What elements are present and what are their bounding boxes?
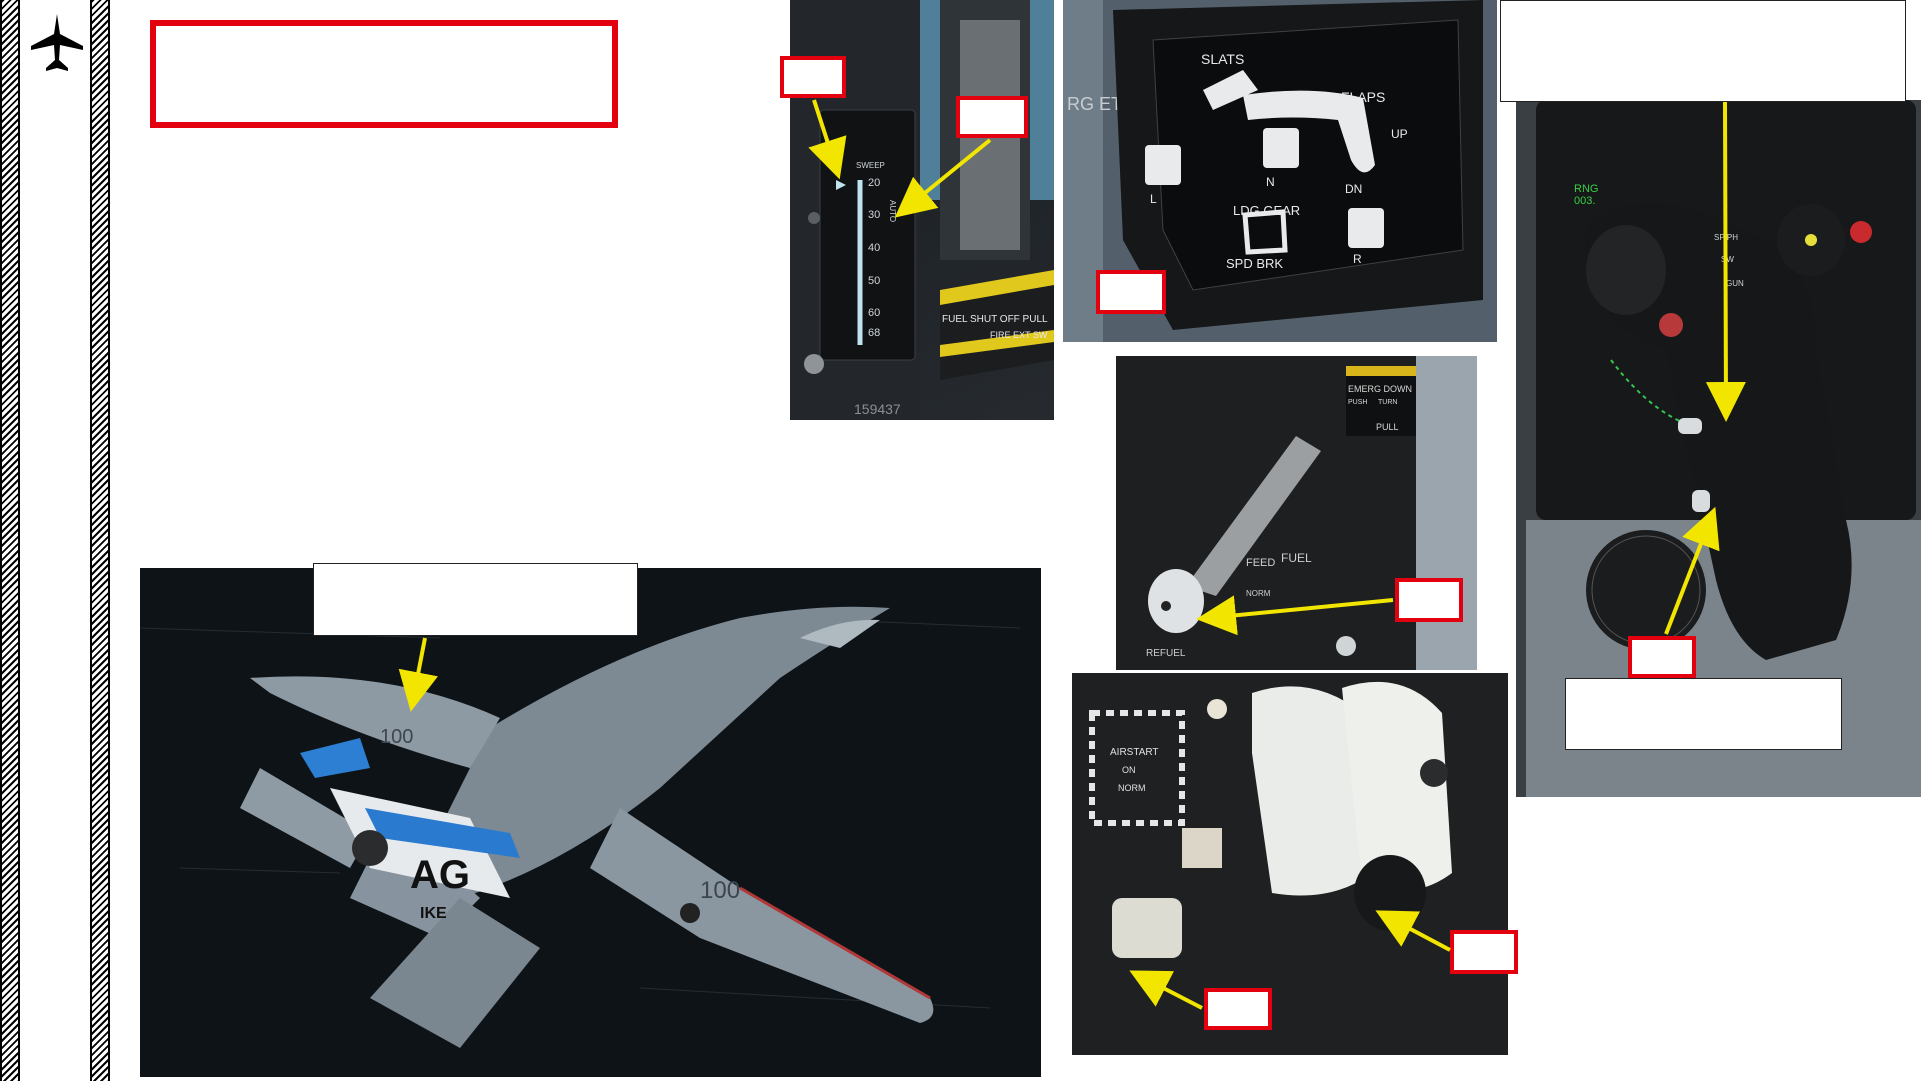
auto-label: AUTO — [888, 200, 897, 222]
sweep-tick-40: 40 — [868, 242, 880, 254]
callout-sweep-pointer — [780, 56, 846, 98]
airstart-label: AIRSTART — [1110, 747, 1159, 758]
l-label: L — [1150, 192, 1157, 206]
mode-gun: GUN — [1726, 279, 1744, 288]
fire-ext-label: FIRE EXT SW — [990, 330, 1048, 340]
norm-label: NORM — [1246, 589, 1271, 598]
refuel-label: REFUEL — [1146, 648, 1186, 659]
push-label: PUSH — [1348, 399, 1367, 406]
throttle-quadrant-art: AIRSTART ON NORM — [1072, 673, 1508, 1055]
inner-border-stripe — [90, 0, 110, 1081]
spd-brk-label: SPD BRK — [1226, 256, 1283, 271]
small-switch-icon[interactable] — [1182, 828, 1222, 868]
slats-label: SLATS — [1201, 51, 1244, 67]
callout-throttle-knob — [1450, 930, 1518, 974]
callout-lever — [1204, 988, 1272, 1030]
fire-ext-handle[interactable]: FUEL SHUT OFF PULL FIRE EXT SW — [940, 270, 1054, 380]
r-label: R — [1353, 252, 1362, 266]
fuel-shutoff-label: FUEL SHUT OFF PULL — [942, 314, 1048, 325]
callout-text-stick-top — [1500, 0, 1906, 102]
lever-handle[interactable] — [1112, 898, 1182, 958]
callout-gear-handle — [1395, 578, 1463, 622]
sweep-tick-60: 60 — [868, 307, 880, 319]
left-border-stripe — [0, 0, 20, 1081]
upper-grip-button[interactable] — [1678, 418, 1702, 434]
pull-label: PULL — [1376, 422, 1399, 432]
throttle-quadrant-photo: AIRSTART ON NORM — [1072, 673, 1508, 1055]
gear-handle-panel-art: EMERG DOWN PUSH TURN PULL FEED FUEL NORM… — [1116, 356, 1477, 670]
tail-text: IKE — [420, 905, 447, 922]
modex-right-wing: 100 — [700, 877, 740, 904]
turn-label: TURN — [1378, 399, 1397, 406]
trigger-red-button-icon[interactable] — [1850, 221, 1872, 243]
fuel-label: FUEL — [1281, 551, 1312, 565]
gauge-icon — [1586, 530, 1706, 650]
up-label: UP — [1391, 127, 1408, 141]
callout-text-aircraft — [313, 563, 638, 636]
nose-gear-indicator-icon — [1263, 128, 1299, 168]
mode-sp-ph: SP/PH — [1714, 233, 1738, 242]
throttle-knob-icon[interactable] — [1354, 855, 1426, 931]
gear-handle-knob[interactable] — [1148, 569, 1204, 633]
airstart-on-label: ON — [1122, 765, 1136, 775]
aircraft-art: AG IKE 100 100 — [140, 568, 1041, 1077]
sweep-label: SWEEP — [856, 161, 885, 170]
serial-number: 159437 — [854, 401, 901, 417]
n-label: N — [1266, 175, 1275, 189]
dn-label: DN — [1345, 182, 1362, 196]
left-gear-indicator-icon — [1145, 145, 1181, 185]
callout-stick-button — [1628, 636, 1696, 678]
emerg-down-label: EMERG DOWN — [1348, 384, 1412, 394]
callout-text-stick-bottom — [1565, 678, 1842, 750]
sweep-tick-50: 50 — [868, 275, 880, 287]
lower-grip-button[interactable] — [1692, 490, 1710, 512]
modex-wing: 100 — [380, 726, 413, 748]
sweep-tick-20: 20 — [868, 177, 880, 189]
airstart-norm-label: NORM — [1118, 783, 1146, 793]
sweep-tick-30: 30 — [868, 209, 880, 221]
rng-value: 003. — [1574, 195, 1595, 207]
callout-auto — [956, 96, 1028, 138]
aircraft-photo: AG IKE 100 100 — [140, 568, 1041, 1077]
gear-handle-panel-photo: EMERG DOWN PUSH TURN PULL FEED FUEL NORM… — [1116, 356, 1477, 670]
jet-logo-icon — [31, 14, 83, 71]
mode-sw: SW — [1721, 255, 1734, 264]
rng-label: RNG — [1574, 183, 1598, 195]
callout-speedbrake — [1096, 270, 1166, 314]
title-callout-box — [150, 20, 618, 128]
tail-code: AG — [410, 853, 470, 897]
feed-label: FEED — [1246, 557, 1275, 569]
sweep-tick-68: 68 — [868, 327, 880, 339]
right-gear-indicator-icon — [1348, 208, 1384, 248]
fuel-switch-icon[interactable] — [1336, 636, 1356, 656]
weapon-select-icon[interactable] — [1659, 313, 1683, 337]
